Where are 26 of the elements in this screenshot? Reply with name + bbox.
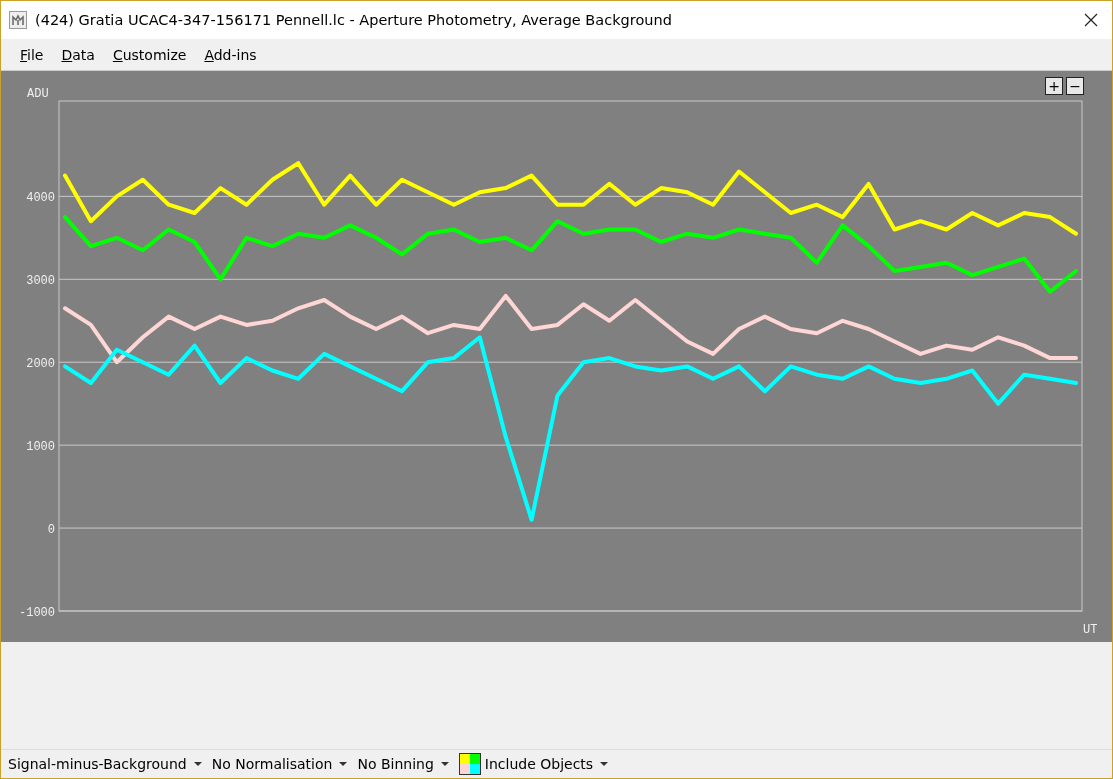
menu-item[interactable]: Data	[61, 46, 95, 63]
menu-item[interactable]: Customize	[112, 46, 187, 63]
color-legend-icon	[458, 753, 481, 775]
dropdown-button[interactable]: No Binning	[357, 756, 449, 772]
x-axis-label: UT	[1083, 623, 1098, 637]
zoom-out-button[interactable]: −	[1066, 77, 1084, 95]
caret-icon	[600, 761, 609, 767]
y-tick-label: 1000	[26, 440, 55, 455]
zoom-in-button[interactable]: +	[1045, 77, 1063, 95]
dropdown-button[interactable]: Signal-minus-Background	[8, 756, 202, 772]
y-tick-label: 0	[47, 523, 55, 538]
caret-icon	[440, 761, 449, 767]
y-axis-label: ADU	[27, 87, 49, 101]
menu-item[interactable]: File	[20, 46, 44, 63]
caret-icon	[193, 761, 202, 767]
y-tick-label: 4000	[26, 191, 55, 206]
y-tick-label: -1000	[19, 606, 55, 620]
menu-item[interactable]: Add-ins	[204, 46, 257, 63]
window-title: (424) Gratia UCAC4-347-156171 Pennell.lc - Aperture Photometry, Average Background	[35, 12, 673, 28]
y-tick-label: 2000	[26, 357, 55, 372]
dropdown-button[interactable]: No Normalisation	[211, 756, 348, 772]
dropdown-button[interactable]: Include Objects	[458, 753, 609, 775]
close-icon[interactable]	[1084, 13, 1098, 27]
caret-icon	[339, 761, 348, 767]
y-tick-label: 3000	[26, 274, 55, 289]
app-icon	[9, 11, 27, 29]
